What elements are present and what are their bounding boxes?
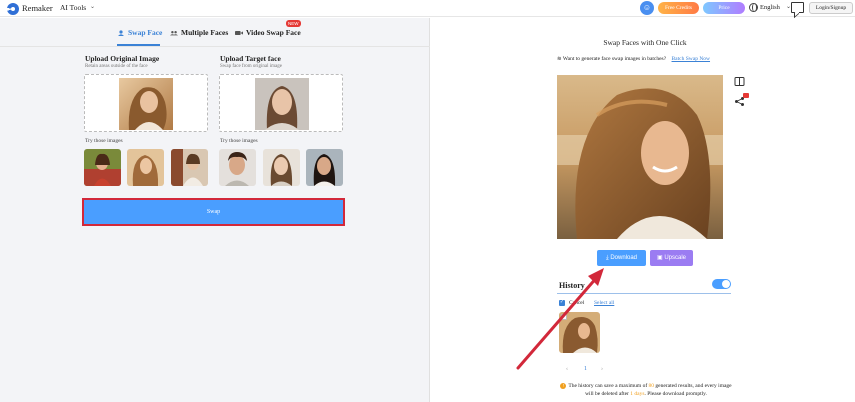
face-icon: [118, 30, 124, 37]
community-icon[interactable]: ☺: [640, 1, 654, 15]
sample-target-thumb[interactable]: [306, 149, 343, 186]
remaker-logo[interactable]: [7, 3, 19, 15]
upload-target-subtitle: Swap face from original image: [220, 64, 282, 69]
upload-original-dropzone[interactable]: [84, 74, 208, 132]
sample-target-thumb[interactable]: [263, 149, 300, 186]
cancel-link[interactable]: Cancel: [569, 300, 584, 306]
note-text: . Please download promptly.: [644, 390, 707, 397]
stack-icon: ≋: [557, 56, 562, 62]
history-item-checkbox[interactable]: [561, 314, 567, 320]
history-toggle[interactable]: [712, 279, 731, 289]
ai-tools-menu[interactable]: AI Tools: [60, 3, 86, 12]
language-selector[interactable]: English: [760, 4, 780, 11]
upscale-label: Upscale: [664, 255, 687, 261]
try-images-label: Try those images: [85, 138, 123, 144]
history-divider: [557, 293, 731, 294]
result-image: [557, 75, 723, 239]
upload-target-title: Upload Target face: [220, 54, 281, 63]
batch-swap-link[interactable]: Batch Swap Now: [672, 56, 711, 62]
target-face-preview: [255, 78, 309, 130]
tab-label: Multiple Faces: [181, 28, 229, 37]
history-retention-note: ! The history can save a maximum of 80 ge…: [556, 383, 736, 398]
price-button[interactable]: Price: [703, 2, 745, 14]
select-all-link[interactable]: Select all: [594, 300, 614, 306]
swap-button[interactable]: Swap: [82, 198, 345, 226]
batch-swap-prompt: ≋ Want to generate face swap images in b…: [557, 56, 710, 62]
tab-label: Swap Face: [128, 28, 163, 37]
gift-badge-icon: [743, 93, 749, 98]
sample-original-thumb[interactable]: [127, 149, 164, 186]
warning-icon: !: [560, 383, 567, 389]
sample-original-thumb[interactable]: [171, 149, 208, 186]
new-badge: NEW: [286, 20, 301, 27]
select-checkbox[interactable]: ✓: [559, 300, 565, 306]
feedback-icon[interactable]: [791, 2, 804, 13]
tab-label: Video Swap Face: [246, 28, 301, 37]
note-days: 1 days: [630, 390, 645, 397]
brand-name[interactable]: Remaker: [22, 3, 53, 13]
prev-page-button[interactable]: ‹: [566, 366, 568, 372]
compare-icon[interactable]: [734, 76, 745, 87]
download-button[interactable]: ⤓ Download: [597, 250, 646, 266]
note-text: The history can save a maximum of: [568, 383, 648, 389]
tab-multiple-faces[interactable]: Multiple Faces: [170, 28, 228, 37]
sample-original-thumb[interactable]: [84, 149, 121, 186]
next-page-button[interactable]: ›: [601, 366, 603, 372]
history-item-thumb[interactable]: [559, 312, 600, 353]
free-credits-button[interactable]: Free Credits: [658, 2, 699, 14]
original-image-preview: [119, 78, 173, 130]
download-label: Download: [610, 255, 637, 261]
tab-swap-face[interactable]: Swap Face: [117, 28, 162, 37]
try-images-label: Try those images: [220, 138, 258, 144]
current-page[interactable]: 1: [584, 366, 587, 372]
tabs-divider: [0, 46, 430, 47]
upload-original-subtitle: Retain areas outside of the face: [85, 64, 148, 69]
batch-prompt-text: Want to generate face swap images in bat…: [562, 56, 667, 62]
chevron-down-icon[interactable]: ⌄: [90, 3, 95, 10]
top-nav: Remaker AI Tools ⌄ ☺ Free Credits Price …: [0, 0, 855, 17]
upload-original-title: Upload Original Image: [85, 54, 160, 63]
globe-icon[interactable]: [749, 3, 758, 12]
history-title: History: [559, 281, 585, 290]
result-title: Swap Faces with One Click: [603, 38, 687, 47]
upload-target-dropzone[interactable]: [219, 74, 343, 132]
login-signup-button[interactable]: Login/Signup: [809, 2, 853, 14]
swap-editor-panel: Swap Face Multiple Faces Video Swap Face…: [0, 18, 430, 402]
video-icon: [235, 31, 243, 36]
sample-target-thumb[interactable]: [219, 149, 256, 186]
upscale-button[interactable]: ▣ Upscale: [650, 250, 693, 266]
swap-button-label: Swap: [206, 209, 221, 215]
tab-video-swap-face[interactable]: Video Swap Face: [235, 28, 301, 37]
users-icon: [170, 31, 178, 36]
note-count: 80: [648, 383, 655, 389]
